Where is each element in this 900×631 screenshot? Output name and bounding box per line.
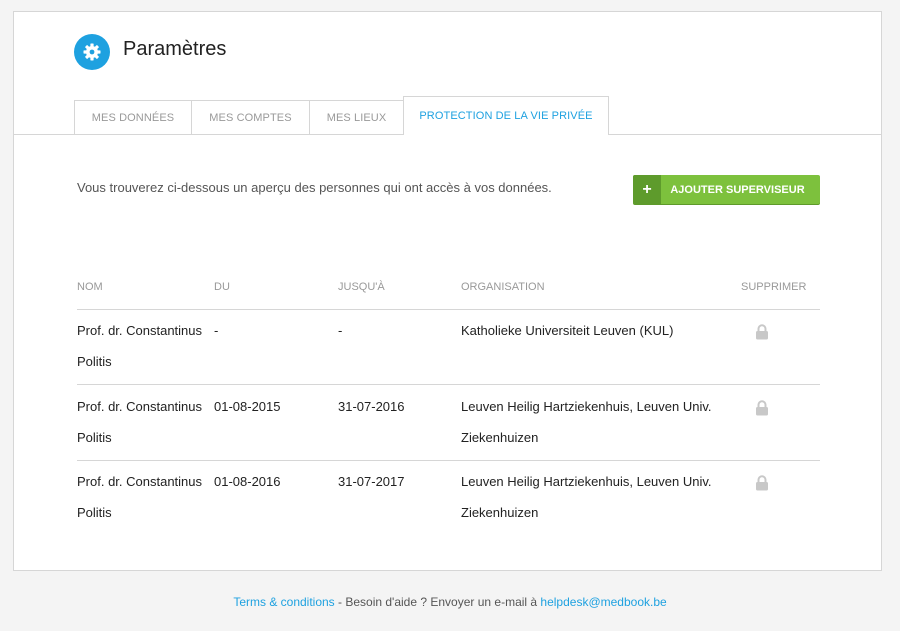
row-name-line1: Prof. dr. Constantinus [77, 399, 203, 414]
row-name-line1: Prof. dr. Constantinus [77, 474, 203, 489]
settings-panel: Paramètres MES DONNÉES MES COMPTES MES L… [13, 11, 882, 571]
column-header-from: DU [214, 281, 230, 293]
lock-icon[interactable] [755, 324, 769, 340]
column-header-name: NOM [77, 281, 103, 293]
table-divider [77, 384, 820, 385]
table-row: Prof. dr. Constantinus Politis [77, 391, 202, 453]
row-until: - [338, 323, 343, 338]
row-until: 31-07-2016 [338, 399, 405, 414]
row-org-line2: Ziekenhuizen [461, 430, 539, 445]
table-row: Prof. dr. Constantinus Politis [77, 315, 202, 377]
column-header-until: JUSQU'À [338, 281, 385, 293]
row-until: 31-07-2017 [338, 474, 405, 489]
row-org-line1: Leuven Heilig Hartziekenhuis, Leuven Uni… [461, 474, 712, 489]
row-from: - [214, 323, 219, 338]
footer: Terms & conditions - Besoin d'aide ? Env… [0, 595, 900, 609]
terms-link[interactable]: Terms & conditions [233, 595, 334, 609]
add-supervisor-label: AJOUTER SUPERVISEUR [670, 183, 805, 196]
table-row: Prof. dr. Constantinus Politis [77, 466, 202, 528]
row-name-line2: Politis [77, 430, 112, 445]
column-header-organisation: ORGANISATION [461, 281, 545, 293]
tab-mes-lieux[interactable]: MES LIEUX [309, 100, 404, 134]
row-name-line2: Politis [77, 505, 112, 520]
row-organisation: Katholieke Universiteit Leuven (KUL) [461, 315, 673, 346]
tab-mes-comptes[interactable]: MES COMPTES [191, 100, 310, 134]
row-org-line1: Leuven Heilig Hartziekenhuis, Leuven Uni… [461, 399, 712, 414]
plus-icon: + [633, 175, 661, 204]
page-title: Paramètres [123, 38, 227, 60]
column-header-delete: SUPPRIMER [741, 281, 807, 293]
row-from: 01-08-2016 [214, 474, 281, 489]
row-name-line2: Politis [77, 354, 112, 369]
row-from: 01-08-2015 [214, 399, 281, 414]
row-org-line1: Katholieke Universiteit Leuven (KUL) [461, 323, 674, 338]
helpdesk-email-link[interactable]: helpdesk@medbook.be [540, 595, 666, 609]
intro-text: Vous trouverez ci-dessous un aperçu des … [77, 180, 552, 195]
tab-mes-donnees[interactable]: MES DONNÉES [74, 100, 192, 134]
row-organisation: Leuven Heilig Hartziekenhuis, Leuven Uni… [461, 391, 712, 453]
row-name-line1: Prof. dr. Constantinus [77, 323, 203, 338]
lock-icon[interactable] [755, 400, 769, 416]
table-divider [77, 309, 820, 310]
table-divider [77, 460, 820, 461]
lock-icon[interactable] [755, 475, 769, 491]
tab-protection-vie-privee[interactable]: PROTECTION DE LA VIE PRIVÉE [403, 96, 609, 135]
row-organisation: Leuven Heilig Hartziekenhuis, Leuven Uni… [461, 466, 712, 528]
help-text: - Besoin d'aide ? Envoyer un e-mail à [334, 595, 541, 609]
add-supervisor-button[interactable]: + AJOUTER SUPERVISEUR [633, 175, 820, 204]
row-org-line2: Ziekenhuizen [461, 505, 539, 520]
gear-icon [74, 34, 110, 70]
